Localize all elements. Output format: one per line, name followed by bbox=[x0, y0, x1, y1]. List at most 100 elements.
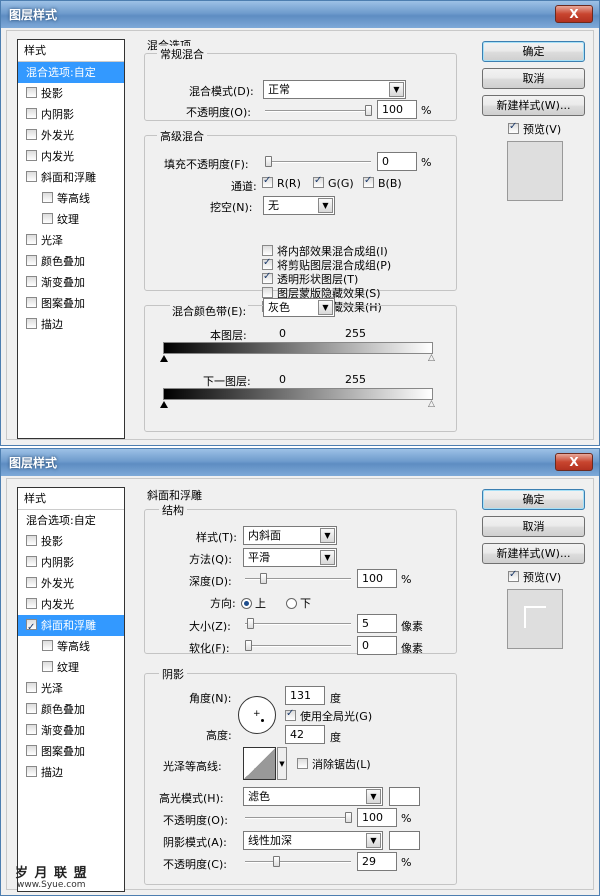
highlight-opacity-slider[interactable] bbox=[245, 812, 352, 823]
checkbox[interactable] bbox=[285, 708, 296, 721]
style-item[interactable]: 内发光 bbox=[18, 146, 124, 167]
style-item[interactable]: 描边 bbox=[18, 314, 124, 335]
checkbox[interactable] bbox=[262, 287, 273, 298]
style-item[interactable]: 渐变叠加 bbox=[18, 272, 124, 293]
channel-g-checkbox[interactable]: G(G) bbox=[313, 175, 354, 190]
style-item[interactable]: 光泽 bbox=[18, 678, 124, 699]
slider-thumb[interactable] bbox=[245, 640, 252, 651]
shadow-mode-dropdown[interactable]: 线性加深 ▼ bbox=[243, 831, 383, 850]
ok-button[interactable]: 确定 bbox=[482, 489, 585, 510]
style-item[interactable]: 斜面和浮雕 bbox=[18, 167, 124, 188]
size-slider[interactable] bbox=[245, 618, 351, 629]
checkbox[interactable] bbox=[262, 271, 273, 284]
style-item[interactable]: 投影 bbox=[18, 531, 124, 552]
checkbox[interactable] bbox=[42, 661, 53, 672]
style-item[interactable]: 纹理 bbox=[18, 209, 124, 230]
size-input[interactable]: 5 bbox=[357, 614, 397, 633]
style-item[interactable]: 等高线 bbox=[18, 188, 124, 209]
style-item[interactable]: 等高线 bbox=[18, 636, 124, 657]
fill-opacity-slider[interactable] bbox=[265, 156, 371, 167]
radio-button[interactable] bbox=[241, 598, 252, 609]
style-item[interactable]: 内阴影 bbox=[18, 552, 124, 573]
anti-aliased-checkbox[interactable]: 消除锯齿(L) bbox=[297, 756, 371, 772]
style-item[interactable]: 内阴影 bbox=[18, 104, 124, 125]
checkbox[interactable] bbox=[42, 192, 53, 203]
style-item[interactable]: 图案叠加 bbox=[18, 741, 124, 762]
fill-opacity-input[interactable]: 0 bbox=[377, 152, 417, 171]
style-item[interactable]: 渐变叠加 bbox=[18, 720, 124, 741]
slider-thumb[interactable] bbox=[345, 812, 352, 823]
depth-slider[interactable] bbox=[245, 573, 351, 584]
opacity-slider[interactable] bbox=[265, 105, 372, 116]
slider-thumb[interactable] bbox=[265, 156, 272, 167]
highlight-opacity-input[interactable]: 100 bbox=[357, 808, 397, 827]
style-item[interactable]: 描边 bbox=[18, 762, 124, 783]
depth-input[interactable]: 100 bbox=[357, 569, 397, 588]
style-item[interactable]: 光泽 bbox=[18, 230, 124, 251]
cancel-button[interactable]: 取消 bbox=[482, 68, 585, 89]
style-item[interactable]: 混合选项:自定 bbox=[18, 510, 124, 531]
preview-checkbox[interactable]: 预览(V) bbox=[508, 569, 561, 585]
blend-mode-dropdown[interactable]: 正常 ▼ bbox=[263, 80, 406, 99]
style-item[interactable]: 颜色叠加 bbox=[18, 251, 124, 272]
global-light-checkbox[interactable]: 使用全局光(G) bbox=[285, 708, 372, 724]
new-style-button[interactable]: 新建样式(W)... bbox=[482, 95, 585, 116]
title-bar[interactable]: 图层样式 X bbox=[1, 449, 599, 476]
style-item[interactable]: 颜色叠加 bbox=[18, 699, 124, 720]
checkbox[interactable] bbox=[26, 766, 37, 777]
slider-thumb[interactable] bbox=[365, 105, 372, 116]
technique-dropdown[interactable]: 平滑 ▼ bbox=[243, 548, 337, 567]
radio-button[interactable] bbox=[286, 598, 297, 609]
shadow-opacity-input[interactable]: 29 bbox=[357, 852, 397, 871]
soften-input[interactable]: 0 bbox=[357, 636, 397, 655]
channel-b-checkbox[interactable]: B(B) bbox=[363, 175, 402, 190]
slider-thumb[interactable] bbox=[260, 573, 267, 584]
checkbox[interactable] bbox=[363, 175, 374, 188]
style-item[interactable]: 混合选项:自定 bbox=[18, 62, 124, 83]
close-button[interactable]: X bbox=[555, 453, 593, 471]
angle-input[interactable]: 131 bbox=[285, 686, 325, 705]
angle-dial[interactable]: + bbox=[238, 696, 276, 734]
checkbox[interactable] bbox=[42, 640, 53, 651]
checkbox[interactable] bbox=[26, 556, 37, 567]
checkbox[interactable] bbox=[26, 598, 37, 609]
checkbox[interactable] bbox=[26, 171, 37, 182]
checkbox[interactable] bbox=[26, 87, 37, 98]
checkbox[interactable] bbox=[26, 682, 37, 693]
checkbox[interactable] bbox=[26, 703, 37, 714]
blend-if-dropdown[interactable]: 灰色 ▼ bbox=[263, 298, 335, 317]
checkbox[interactable] bbox=[262, 257, 273, 270]
white-point-slider[interactable]: △ bbox=[428, 354, 437, 363]
black-point-slider[interactable] bbox=[160, 355, 168, 362]
highlight-color-swatch[interactable] bbox=[389, 787, 420, 806]
shadow-opacity-slider[interactable] bbox=[245, 856, 351, 867]
white-point-slider[interactable]: △ bbox=[428, 400, 437, 409]
title-bar[interactable]: 图层样式 X bbox=[1, 1, 599, 28]
style-item[interactable]: 投影 bbox=[18, 83, 124, 104]
style-item[interactable]: 纹理 bbox=[18, 657, 124, 678]
direction-up-radio[interactable]: 上 bbox=[241, 595, 266, 611]
checkbox[interactable] bbox=[262, 245, 273, 256]
checkbox[interactable] bbox=[26, 234, 37, 245]
checkbox[interactable] bbox=[26, 129, 37, 140]
close-button[interactable]: X bbox=[555, 5, 593, 23]
bevel-style-dropdown[interactable]: 内斜面 ▼ bbox=[243, 526, 337, 545]
soften-slider[interactable] bbox=[245, 640, 351, 651]
direction-down-radio[interactable]: 下 bbox=[286, 595, 311, 611]
slider-thumb[interactable] bbox=[273, 856, 280, 867]
gloss-contour-picker[interactable] bbox=[243, 747, 276, 780]
checkbox[interactable] bbox=[26, 535, 37, 546]
checkbox[interactable] bbox=[26, 724, 37, 735]
style-item[interactable]: 内发光 bbox=[18, 594, 124, 615]
style-item[interactable]: 斜面和浮雕 bbox=[18, 615, 124, 638]
opacity-input[interactable]: 100 bbox=[377, 100, 417, 119]
channel-r-checkbox[interactable]: R(R) bbox=[262, 175, 301, 190]
checkbox[interactable] bbox=[26, 108, 37, 119]
style-item[interactable]: 外发光 bbox=[18, 125, 124, 146]
checkbox[interactable] bbox=[26, 745, 37, 756]
checkbox[interactable] bbox=[26, 617, 37, 638]
checkbox[interactable] bbox=[26, 318, 37, 329]
checkbox[interactable] bbox=[297, 758, 308, 769]
altitude-input[interactable]: 42 bbox=[285, 725, 325, 744]
checkbox[interactable] bbox=[262, 175, 273, 188]
